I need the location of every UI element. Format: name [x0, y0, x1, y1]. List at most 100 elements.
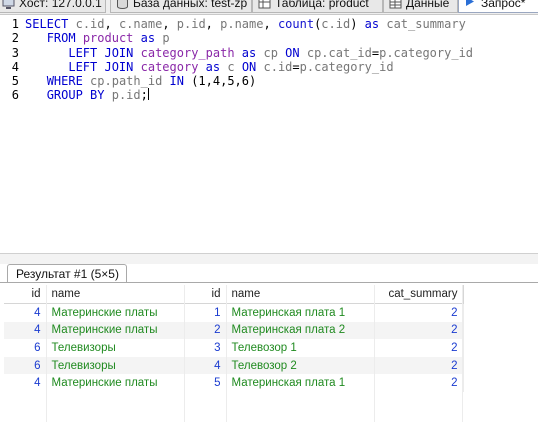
grid-cell[interactable]: 5: [184, 374, 227, 392]
panel-splitter[interactable]: [0, 254, 538, 264]
grid-cell[interactable]: 6: [4, 339, 47, 357]
grid-cell[interactable]: Телевозор 2: [226, 356, 375, 375]
sql-token: ,: [205, 17, 221, 31]
sql-line[interactable]: WHERE cp.path_id IN (1,4,5,6): [25, 74, 473, 88]
query-play-icon: [466, 0, 474, 6]
column-divider: [462, 285, 463, 422]
sql-line[interactable]: LEFT JOIN category_path as cp ON cp.cat_…: [25, 46, 473, 60]
grid-cell[interactable]: Телевизоры: [46, 356, 185, 375]
grid-cell[interactable]: Материнская плата 1: [226, 374, 375, 392]
sql-token: cp.path_id: [90, 74, 163, 89]
sql-token: p.category_id: [379, 45, 474, 60]
sql-line[interactable]: LEFT JOIN category as c ON c.id=p.catego…: [25, 60, 473, 74]
grid-cell[interactable]: 4: [4, 321, 47, 340]
sql-line[interactable]: FROM product as p: [25, 31, 473, 45]
line-number: 5: [11, 74, 19, 89]
sql-token: as: [241, 45, 257, 60]
sql-token: as: [205, 59, 221, 74]
sql-token: c.id: [321, 17, 351, 31]
tab-bar: Хост: 127.0.0.1 База данных: test-zp Таб…: [0, 0, 538, 15]
sql-token: cp.cat_id: [306, 45, 372, 60]
grid-cell[interactable]: 4: [4, 303, 47, 322]
grid-cell[interactable]: 2: [184, 321, 227, 340]
grid-cell[interactable]: 2: [374, 356, 464, 375]
table-icon: [258, 0, 271, 9]
sql-token: ON: [285, 45, 300, 60]
grid-header-row: id name id name cat_summary: [4, 285, 464, 304]
sql-token: FROM: [46, 31, 76, 46]
sql-token: ,: [263, 17, 278, 31]
sql-editor[interactable]: 1 2 3 4 5 6 SELECT c.id, c.name, p.id, p…: [0, 15, 538, 254]
sql-token: c.name: [118, 17, 163, 31]
column-header-c-name[interactable]: name: [46, 285, 185, 304]
sql-token: p.id: [176, 17, 206, 31]
column-divider: [374, 285, 375, 422]
column-header-p-name[interactable]: name: [226, 285, 375, 304]
sql-token: =: [292, 59, 300, 74]
grid-cell[interactable]: Телевизоры: [46, 339, 185, 357]
table-row[interactable]: 4 Материнские платы 5 Материнская плата …: [4, 374, 464, 392]
sql-token: c.id: [263, 59, 293, 74]
tab-database[interactable]: База данных: test-zp: [110, 0, 252, 13]
column-header-p-id[interactable]: id: [184, 285, 227, 304]
tab-table-label: Таблица: product: [275, 0, 369, 10]
sql-token: WHERE: [46, 74, 83, 89]
sql-token: LEFT JOIN: [68, 45, 134, 60]
column-header-cat-summary[interactable]: cat_summary: [374, 285, 464, 304]
tab-data[interactable]: Данные: [383, 0, 458, 13]
grid-cell[interactable]: Материнские платы: [46, 321, 185, 340]
grid-cell[interactable]: Материнские платы: [46, 374, 185, 392]
line-number: 4: [11, 59, 19, 74]
line-number-gutter: 1 2 3 4 5 6: [0, 17, 22, 103]
grid-cell[interactable]: Материнская плата 1: [226, 303, 375, 322]
tab-host[interactable]: Хост: 127.0.0.1: [0, 0, 106, 13]
grid-cell[interactable]: Материнские платы: [46, 303, 185, 322]
result-grid[interactable]: id name id name cat_summary 4 Матерински…: [4, 285, 464, 422]
sql-token: p: [162, 31, 170, 46]
grid-cell[interactable]: 4: [184, 356, 227, 375]
table-row[interactable]: 4 Материнские платы 2 Материнская плата …: [4, 321, 464, 340]
grid-cell[interactable]: 3: [184, 339, 227, 357]
grid-cell[interactable]: Материнская плата 2: [226, 321, 375, 340]
grid-cell[interactable]: 2: [374, 321, 464, 340]
table-row[interactable]: 6 Телевизоры 3 Телевозор 1 2: [4, 339, 464, 357]
sql-token: c: [227, 59, 235, 74]
sql-token: c.id: [75, 17, 105, 31]
sql-line[interactable]: SELECT c.id, c.name, p.id, p.name, count…: [25, 17, 473, 31]
result-tab-divider: [0, 282, 538, 283]
column-header-c-id[interactable]: id: [4, 285, 47, 304]
grid-cell[interactable]: Телевозор 1: [226, 339, 375, 357]
grid-cell[interactable]: 2: [374, 339, 464, 357]
grid-cell[interactable]: 1: [184, 303, 227, 322]
sql-token: as: [140, 31, 156, 46]
table-row[interactable]: 6 Телевизоры 4 Телевозор 2 2: [4, 356, 464, 375]
result-tab[interactable]: Результат #1 (5×5): [7, 264, 127, 283]
sql-code[interactable]: SELECT c.id, c.name, p.id, p.name, count…: [25, 17, 473, 103]
sql-line[interactable]: GROUP BY p.id;: [25, 88, 473, 102]
tab-query[interactable]: Запрос*: [458, 0, 538, 13]
table-row[interactable]: 4 Материнские платы 1 Материнская плата …: [4, 303, 464, 322]
line-number: 6: [11, 88, 19, 103]
tab-table[interactable]: Таблица: product: [252, 0, 383, 13]
tab-query-label: Запрос*: [481, 0, 526, 10]
grid-cell[interactable]: 4: [4, 374, 47, 392]
sql-token: ON: [241, 59, 257, 74]
grid-cell[interactable]: 2: [374, 303, 464, 322]
sql-token: p.category_id: [299, 59, 394, 74]
grid-cell[interactable]: 6: [4, 356, 47, 375]
grid-cell[interactable]: 2: [374, 374, 464, 392]
sql-token: SELECT: [25, 17, 69, 31]
sql-token: p.name: [220, 17, 264, 31]
sql-token: cat_summary: [386, 17, 466, 31]
sql-token: cp: [263, 45, 278, 60]
